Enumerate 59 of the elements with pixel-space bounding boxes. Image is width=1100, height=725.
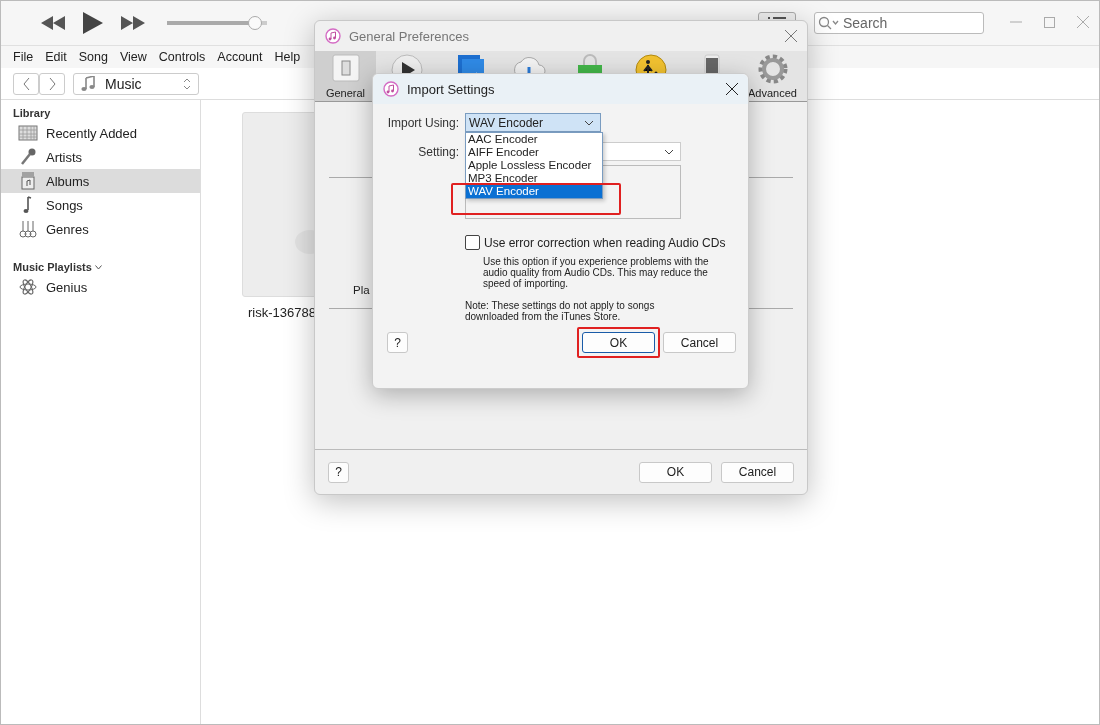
menu-item[interactable]: Song xyxy=(72,50,114,64)
dropdown-option[interactable]: Apple Lossless Encoder xyxy=(466,159,602,172)
dialog-title: General Preferences xyxy=(349,28,470,44)
rewind-icon[interactable] xyxy=(41,16,65,30)
close-icon[interactable] xyxy=(726,83,738,95)
checkbox[interactable] xyxy=(465,235,480,250)
note-text: Note: These settings do not apply to songs downloaded from the iTunes Store. xyxy=(465,300,656,322)
album-icon xyxy=(18,172,38,190)
sidebar-item[interactable]: Artists xyxy=(1,145,200,169)
help-button[interactable]: ? xyxy=(387,332,408,353)
help-text: Use this option if you experience problems with the audio quality from Audio CDs. This may reduce the speed of importing. xyxy=(483,256,710,289)
guitars-icon xyxy=(18,220,38,238)
up-down-arrows-icon xyxy=(183,76,191,91)
section-title: Music Playlists xyxy=(13,261,92,273)
sidebar-item[interactable]: Genres xyxy=(1,217,200,241)
section-title: Library xyxy=(13,107,51,119)
menu-item[interactable]: File xyxy=(7,50,40,64)
preferences-tab[interactable]: General xyxy=(315,51,376,101)
maximize-icon[interactable] xyxy=(1044,16,1055,28)
search-field[interactable]: Search xyxy=(814,12,984,34)
encoder-dropdown[interactable]: WAV Encoder xyxy=(465,113,601,132)
fast-forward-icon[interactable] xyxy=(121,16,145,30)
menu-item[interactable]: View xyxy=(113,50,153,64)
music-app-icon xyxy=(325,28,341,44)
menu-item[interactable]: Edit xyxy=(39,50,73,64)
chevron-right-icon xyxy=(48,77,56,90)
chevron-left-icon xyxy=(22,77,30,90)
microphone-icon xyxy=(18,148,38,166)
field-label: Import Using: xyxy=(387,115,459,130)
menu-item[interactable]: Controls xyxy=(152,50,212,64)
cancel-button[interactable]: Cancel xyxy=(663,332,736,353)
media-selector[interactable]: Music xyxy=(73,72,199,95)
album-title: risk-136788 xyxy=(248,305,316,320)
field-label: Setting: xyxy=(417,144,459,159)
play-icon[interactable] xyxy=(83,12,103,34)
help-button[interactable]: ? xyxy=(328,461,349,483)
music-app-icon xyxy=(383,81,399,97)
ok-button[interactable]: OK xyxy=(639,461,712,483)
dialog-title: Import Settings xyxy=(407,81,496,97)
dropdown-option[interactable]: MP3 Encoder xyxy=(466,172,602,185)
slider-thumb[interactable] xyxy=(247,16,262,30)
music-note-icon xyxy=(81,75,95,92)
chevron-icon[interactable] xyxy=(94,264,102,270)
cancel-button[interactable]: Cancel xyxy=(721,461,794,483)
menu-item[interactable]: Account xyxy=(211,50,269,64)
ok-button[interactable]: OK xyxy=(582,332,655,353)
sidebar-item[interactable]: Recently Added xyxy=(1,121,200,145)
atom-icon xyxy=(18,278,38,296)
calendar-grid-icon xyxy=(18,124,38,142)
dropdown-option[interactable]: WAV Encoder xyxy=(466,185,602,198)
chevron-down-icon xyxy=(664,148,674,155)
chevron-down-icon xyxy=(584,119,594,126)
sidebar-item[interactable]: Albums xyxy=(1,169,200,193)
dropdown-option[interactable]: AAC Encoder xyxy=(466,133,602,146)
menu-item[interactable]: Help xyxy=(268,50,307,64)
dropdown-option[interactable]: AIFF Encoder xyxy=(466,146,602,159)
checkbox-label: Use error correction when reading Audio CDs xyxy=(484,235,726,250)
sidebar-item[interactable]: Genius xyxy=(1,275,200,299)
sidebar-item[interactable]: Songs xyxy=(1,193,200,217)
